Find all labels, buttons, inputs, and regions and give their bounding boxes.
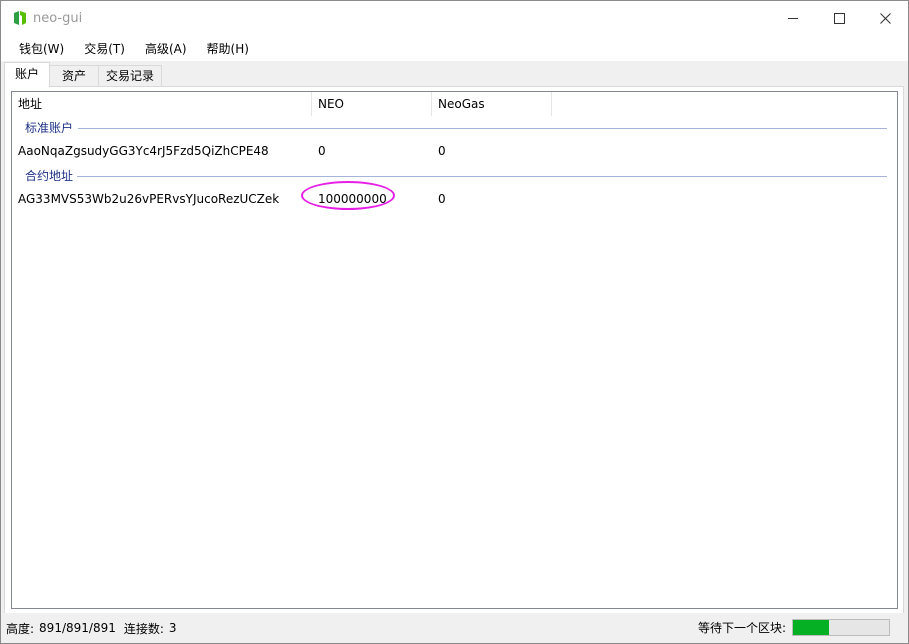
table-row[interactable]: AaoNqaZgsudyGG3Yc4rJ5Fzd5QiZhCPE48 0 0	[12, 140, 897, 162]
cell-address: AG33MVS53Wb2u26vPERvsYJucoRezUCZek	[18, 192, 280, 206]
accounts-panel: 地址 NEO NeoGas 标准账户 AaoNqaZgsudyGG3Yc4rJ5…	[4, 86, 904, 615]
window-title: neo-gui	[33, 10, 83, 26]
menu-bar: 钱包(W) 交易(T) 高级(A) 帮助(H)	[1, 35, 908, 61]
tab-transactions[interactable]: 交易记录	[98, 65, 162, 86]
group-divider	[78, 128, 887, 129]
column-header-neogas[interactable]: NeoGas	[432, 92, 552, 116]
column-header-address[interactable]: 地址	[12, 92, 312, 116]
height-value: 891/891/891	[39, 621, 116, 635]
block-wait-indicator: 等待下一个区块:	[698, 619, 890, 636]
tab-strip: 账户 资产 交易记录	[1, 61, 908, 87]
cell-address: AaoNqaZgsudyGG3Yc4rJ5Fzd5QiZhCPE48	[18, 144, 269, 158]
menu-transaction[interactable]: 交易(T)	[74, 40, 135, 57]
waiting-label: 等待下一个区块:	[697, 621, 786, 635]
maximize-icon	[833, 12, 845, 24]
block-progress-fill	[793, 620, 830, 635]
menu-help[interactable]: 帮助(H)	[197, 40, 259, 57]
maximize-button[interactable]	[816, 1, 862, 35]
block-progress-bar	[792, 619, 890, 636]
group-standard-accounts: 标准账户	[12, 119, 897, 137]
close-button[interactable]	[862, 1, 908, 35]
cell-neo: 0	[318, 144, 326, 158]
table-row[interactable]: AG33MVS53Wb2u26vPERvsYJucoRezUCZek 10000…	[12, 188, 897, 210]
connections-label: 连接数:	[123, 621, 164, 636]
neo-logo-icon	[14, 11, 26, 25]
menu-advanced[interactable]: 高级(A)	[135, 40, 197, 57]
connections-value: 3	[168, 621, 177, 635]
height-label: 高度:	[6, 621, 35, 636]
group-contract-addresses: 合约地址	[12, 167, 897, 185]
cell-neogas: 0	[438, 192, 446, 206]
group-label-standard: 标准账户	[25, 119, 78, 137]
menu-wallet[interactable]: 钱包(W)	[9, 40, 74, 57]
status-bar: 高度: 891/891/891 连接数: 3 等待下一个区块:	[1, 613, 908, 643]
close-icon	[879, 12, 891, 24]
group-divider	[73, 176, 887, 177]
cell-neogas: 0	[438, 144, 446, 158]
column-header-neo[interactable]: NEO	[312, 92, 432, 116]
tab-accounts[interactable]: 账户	[4, 62, 50, 87]
title-bar[interactable]: neo-gui	[1, 1, 908, 35]
accounts-list[interactable]: 地址 NEO NeoGas 标准账户 AaoNqaZgsudyGG3Yc4rJ5…	[11, 91, 898, 609]
highlight-annotation	[301, 181, 395, 210]
group-label-contract: 合约地址	[25, 167, 78, 185]
app-window: neo-gui 钱包(W) 交易(T) 高级(A) 帮助(H) 账户 资产 交易…	[0, 0, 909, 644]
minimize-icon	[787, 17, 798, 19]
list-header: 地址 NEO NeoGas	[12, 92, 897, 116]
window-controls	[770, 1, 908, 35]
tab-assets[interactable]: 资产	[49, 65, 99, 86]
minimize-button[interactable]	[770, 1, 816, 35]
